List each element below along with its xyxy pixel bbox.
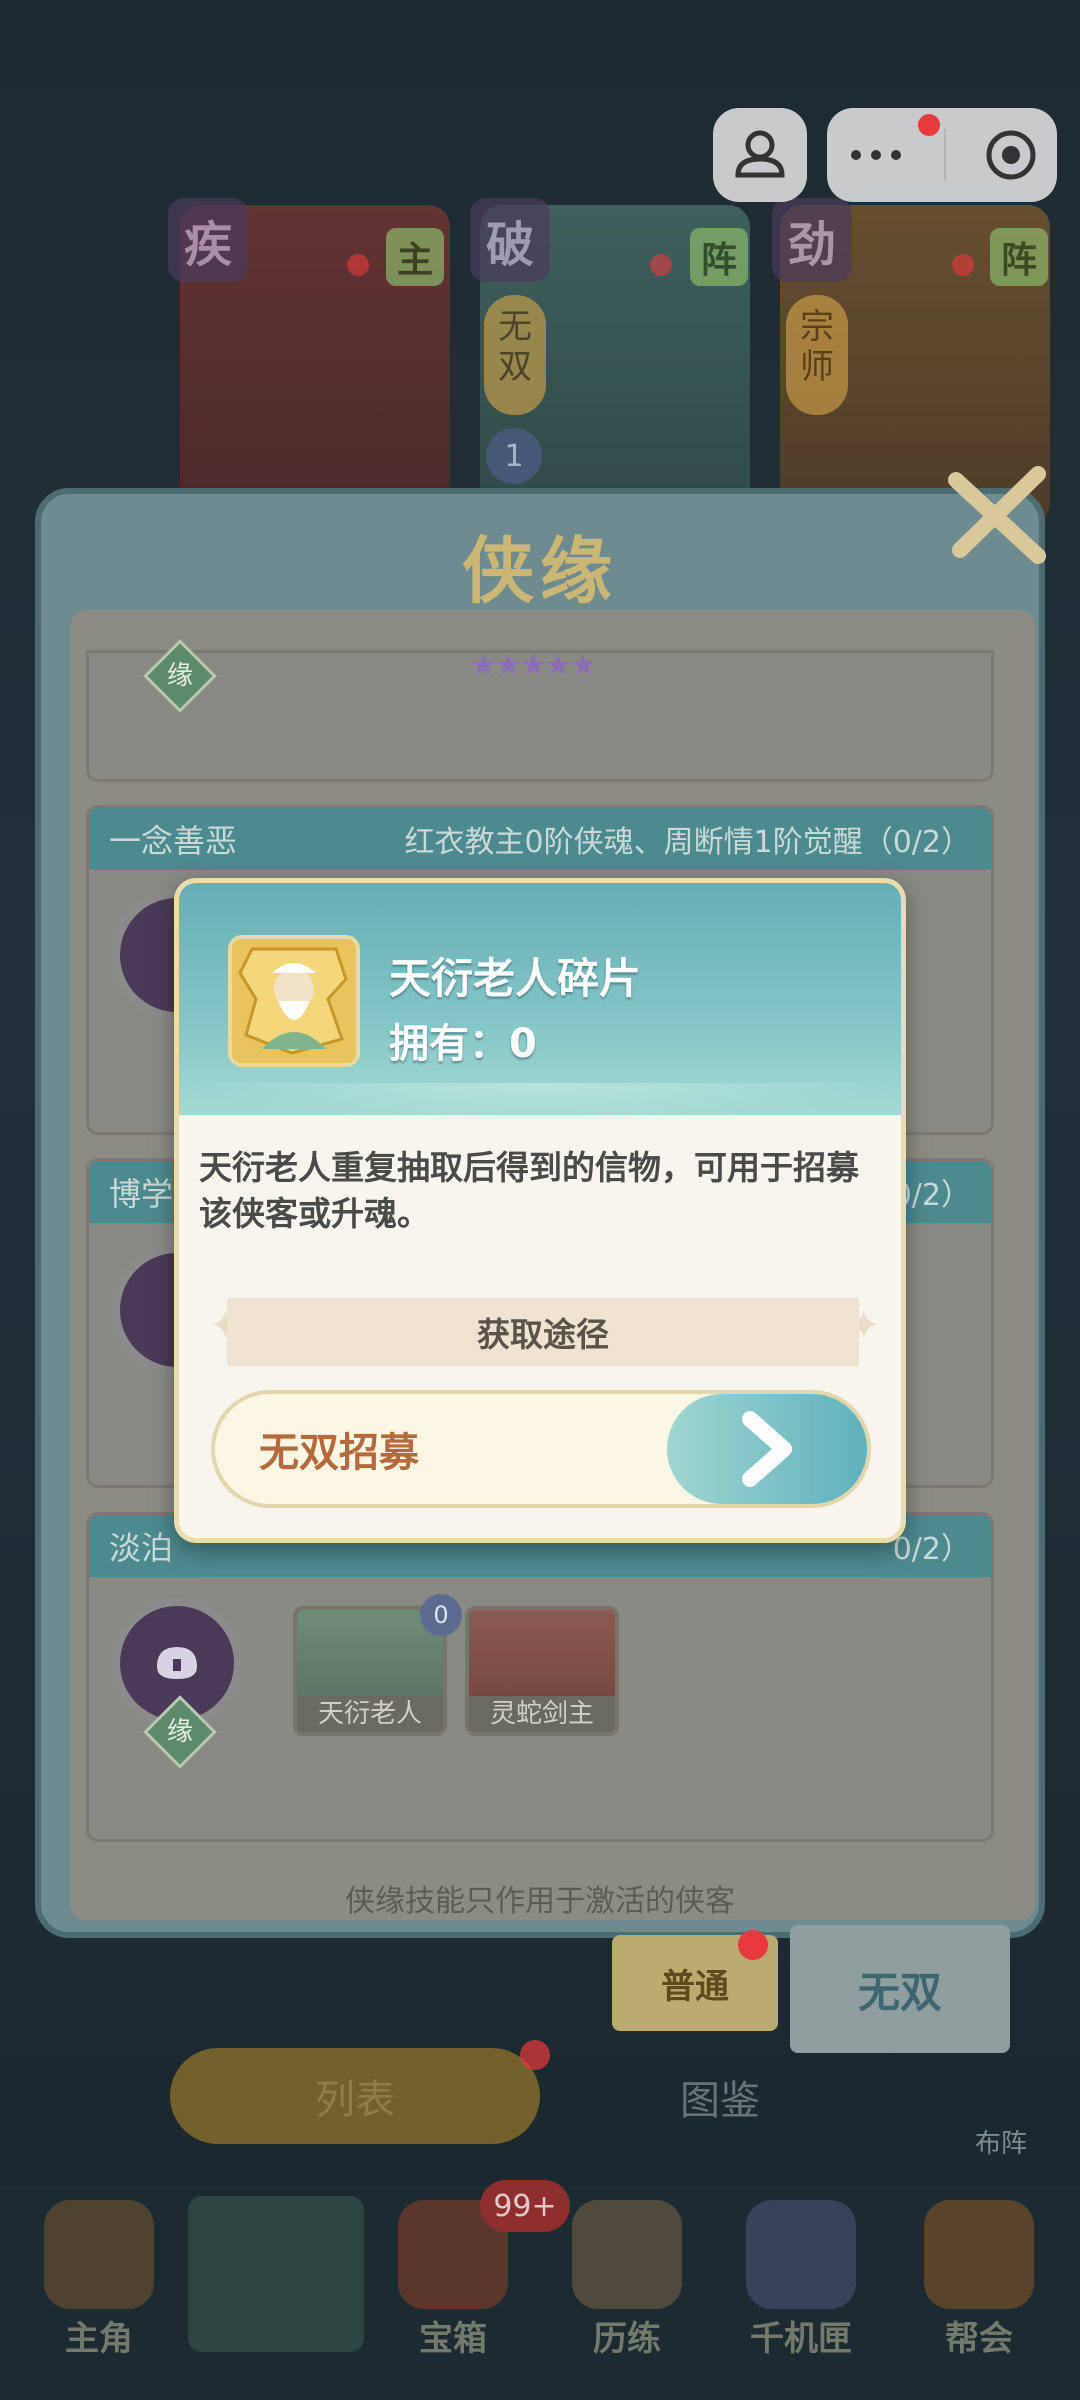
nav-active-tab[interactable] — [188, 2196, 364, 2352]
yuan-block-requirement: 红衣教主0阶侠魂、周断情1阶觉醒（0/2） — [404, 825, 971, 860]
yuan-block-requirement: 0/2） — [892, 1532, 971, 1567]
item-owned: 拥有：0 — [389, 1011, 537, 1069]
hero-card-1-tag: 主 — [386, 228, 444, 286]
capsule-divider — [944, 129, 946, 181]
item-description: 天衍老人重复抽取后得到的信物，可用于招募该侠客或升魂。 — [199, 1148, 859, 1233]
panel-close-button[interactable] — [942, 455, 1052, 575]
star-rating: ★★★★★ — [470, 648, 596, 683]
close-icon — [948, 466, 1046, 564]
hero-card-2-red-dot — [650, 254, 672, 276]
item-owned-value: 0 — [509, 1021, 537, 1067]
nav-item-lilian[interactable]: 历练 — [552, 2200, 702, 2360]
popup-header-wave — [179, 1083, 901, 1123]
nav-label: 千机匣 — [750, 2319, 852, 2359]
nav-label: 主角 — [65, 2319, 133, 2359]
hero-card-3-title: 宗师 — [786, 295, 848, 415]
item-popup: 天衍老人碎片 拥有：0 天衍老人重复抽取后得到的信物，可用于招募该侠客或升魂。 … — [174, 878, 906, 1543]
hero-thumb-count: 0 — [420, 1594, 462, 1636]
yuan-block-name: 博学 — [109, 1175, 174, 1213]
hero-card-2-badge: 破 — [470, 198, 550, 282]
item-shard-icon — [228, 935, 360, 1067]
hero-card-1-badge: 疾 — [168, 198, 248, 282]
tab-wushuang[interactable]: 无双 — [790, 1925, 1010, 2053]
training-icon — [572, 2200, 682, 2309]
hero-thumb-name: 灵蛇剑主 — [469, 1696, 615, 1732]
panel-footer-note: 侠缘技能只作用于激活的侠客 — [345, 1884, 735, 1919]
chevron-right-icon — [742, 1411, 792, 1487]
hero-card-3-red-dot — [952, 254, 974, 276]
more-icon[interactable] — [846, 145, 906, 165]
hero-thumb-name: 天衍老人 — [297, 1696, 443, 1732]
item-name: 天衍老人碎片 — [389, 954, 642, 1003]
hero-card-2-level: 1 — [486, 428, 542, 484]
box-icon — [746, 2200, 856, 2309]
hero-card-2-title: 无双 — [484, 295, 546, 415]
hero-card-3-tag: 阵 — [990, 228, 1048, 286]
list-red-dot — [520, 2040, 550, 2070]
nav-item-qianjixia[interactable]: 千机匣 — [726, 2200, 876, 2360]
user-icon — [735, 130, 785, 178]
user-button[interactable] — [713, 108, 807, 202]
close-mini-program-icon[interactable] — [984, 128, 1038, 182]
hero-card-1-red-dot — [347, 254, 369, 276]
buzhen-button[interactable]: 布阵 — [946, 2040, 1056, 2160]
capsule-red-dot — [918, 114, 940, 136]
guild-icon — [924, 2200, 1034, 2309]
nav-label: 历练 — [593, 2319, 661, 2359]
list-button[interactable]: 列表 — [170, 2048, 540, 2144]
buzhen-label: 布阵 — [974, 2129, 1027, 2159]
tab-normal-red-dot — [738, 1930, 768, 1960]
yuan-block-name: 淡泊 — [109, 1529, 174, 1567]
old-sage-portrait-icon — [232, 939, 356, 1063]
nav-label: 宝箱 — [419, 2319, 487, 2359]
yuan-block-header: 一念善恶 红衣教主0阶侠魂、周断情1阶觉醒（0/2） — [89, 808, 991, 870]
source-title: 获取途径 — [227, 1298, 859, 1366]
nav-item-zhujue[interactable]: 主角 — [24, 2200, 174, 2360]
hero-card-3-badge: 劲 — [772, 198, 852, 282]
hero-card-2-tag: 阵 — [690, 228, 748, 286]
lock-glyph-icon — [157, 1647, 197, 1679]
yuan-block-name: 一念善恶 — [109, 822, 238, 860]
go-arrow[interactable] — [667, 1394, 867, 1504]
nav-label: 帮会 — [945, 2319, 1013, 2359]
source-wushuang-recruit-button[interactable]: 无双招募 — [211, 1390, 871, 1508]
item-owned-label: 拥有： — [389, 1021, 509, 1067]
capsule-menu — [827, 108, 1057, 202]
nav-item-banghui[interactable]: 帮会 — [904, 2200, 1054, 2360]
panel-title: 侠缘 — [461, 529, 618, 613]
hero-thumb-lingshe[interactable]: 灵蛇剑主 — [465, 1606, 619, 1736]
hero-icon — [44, 2200, 154, 2309]
tujian-button[interactable]: 图鉴 — [600, 2052, 840, 2142]
source-button-label: 无双招募 — [259, 1430, 419, 1476]
